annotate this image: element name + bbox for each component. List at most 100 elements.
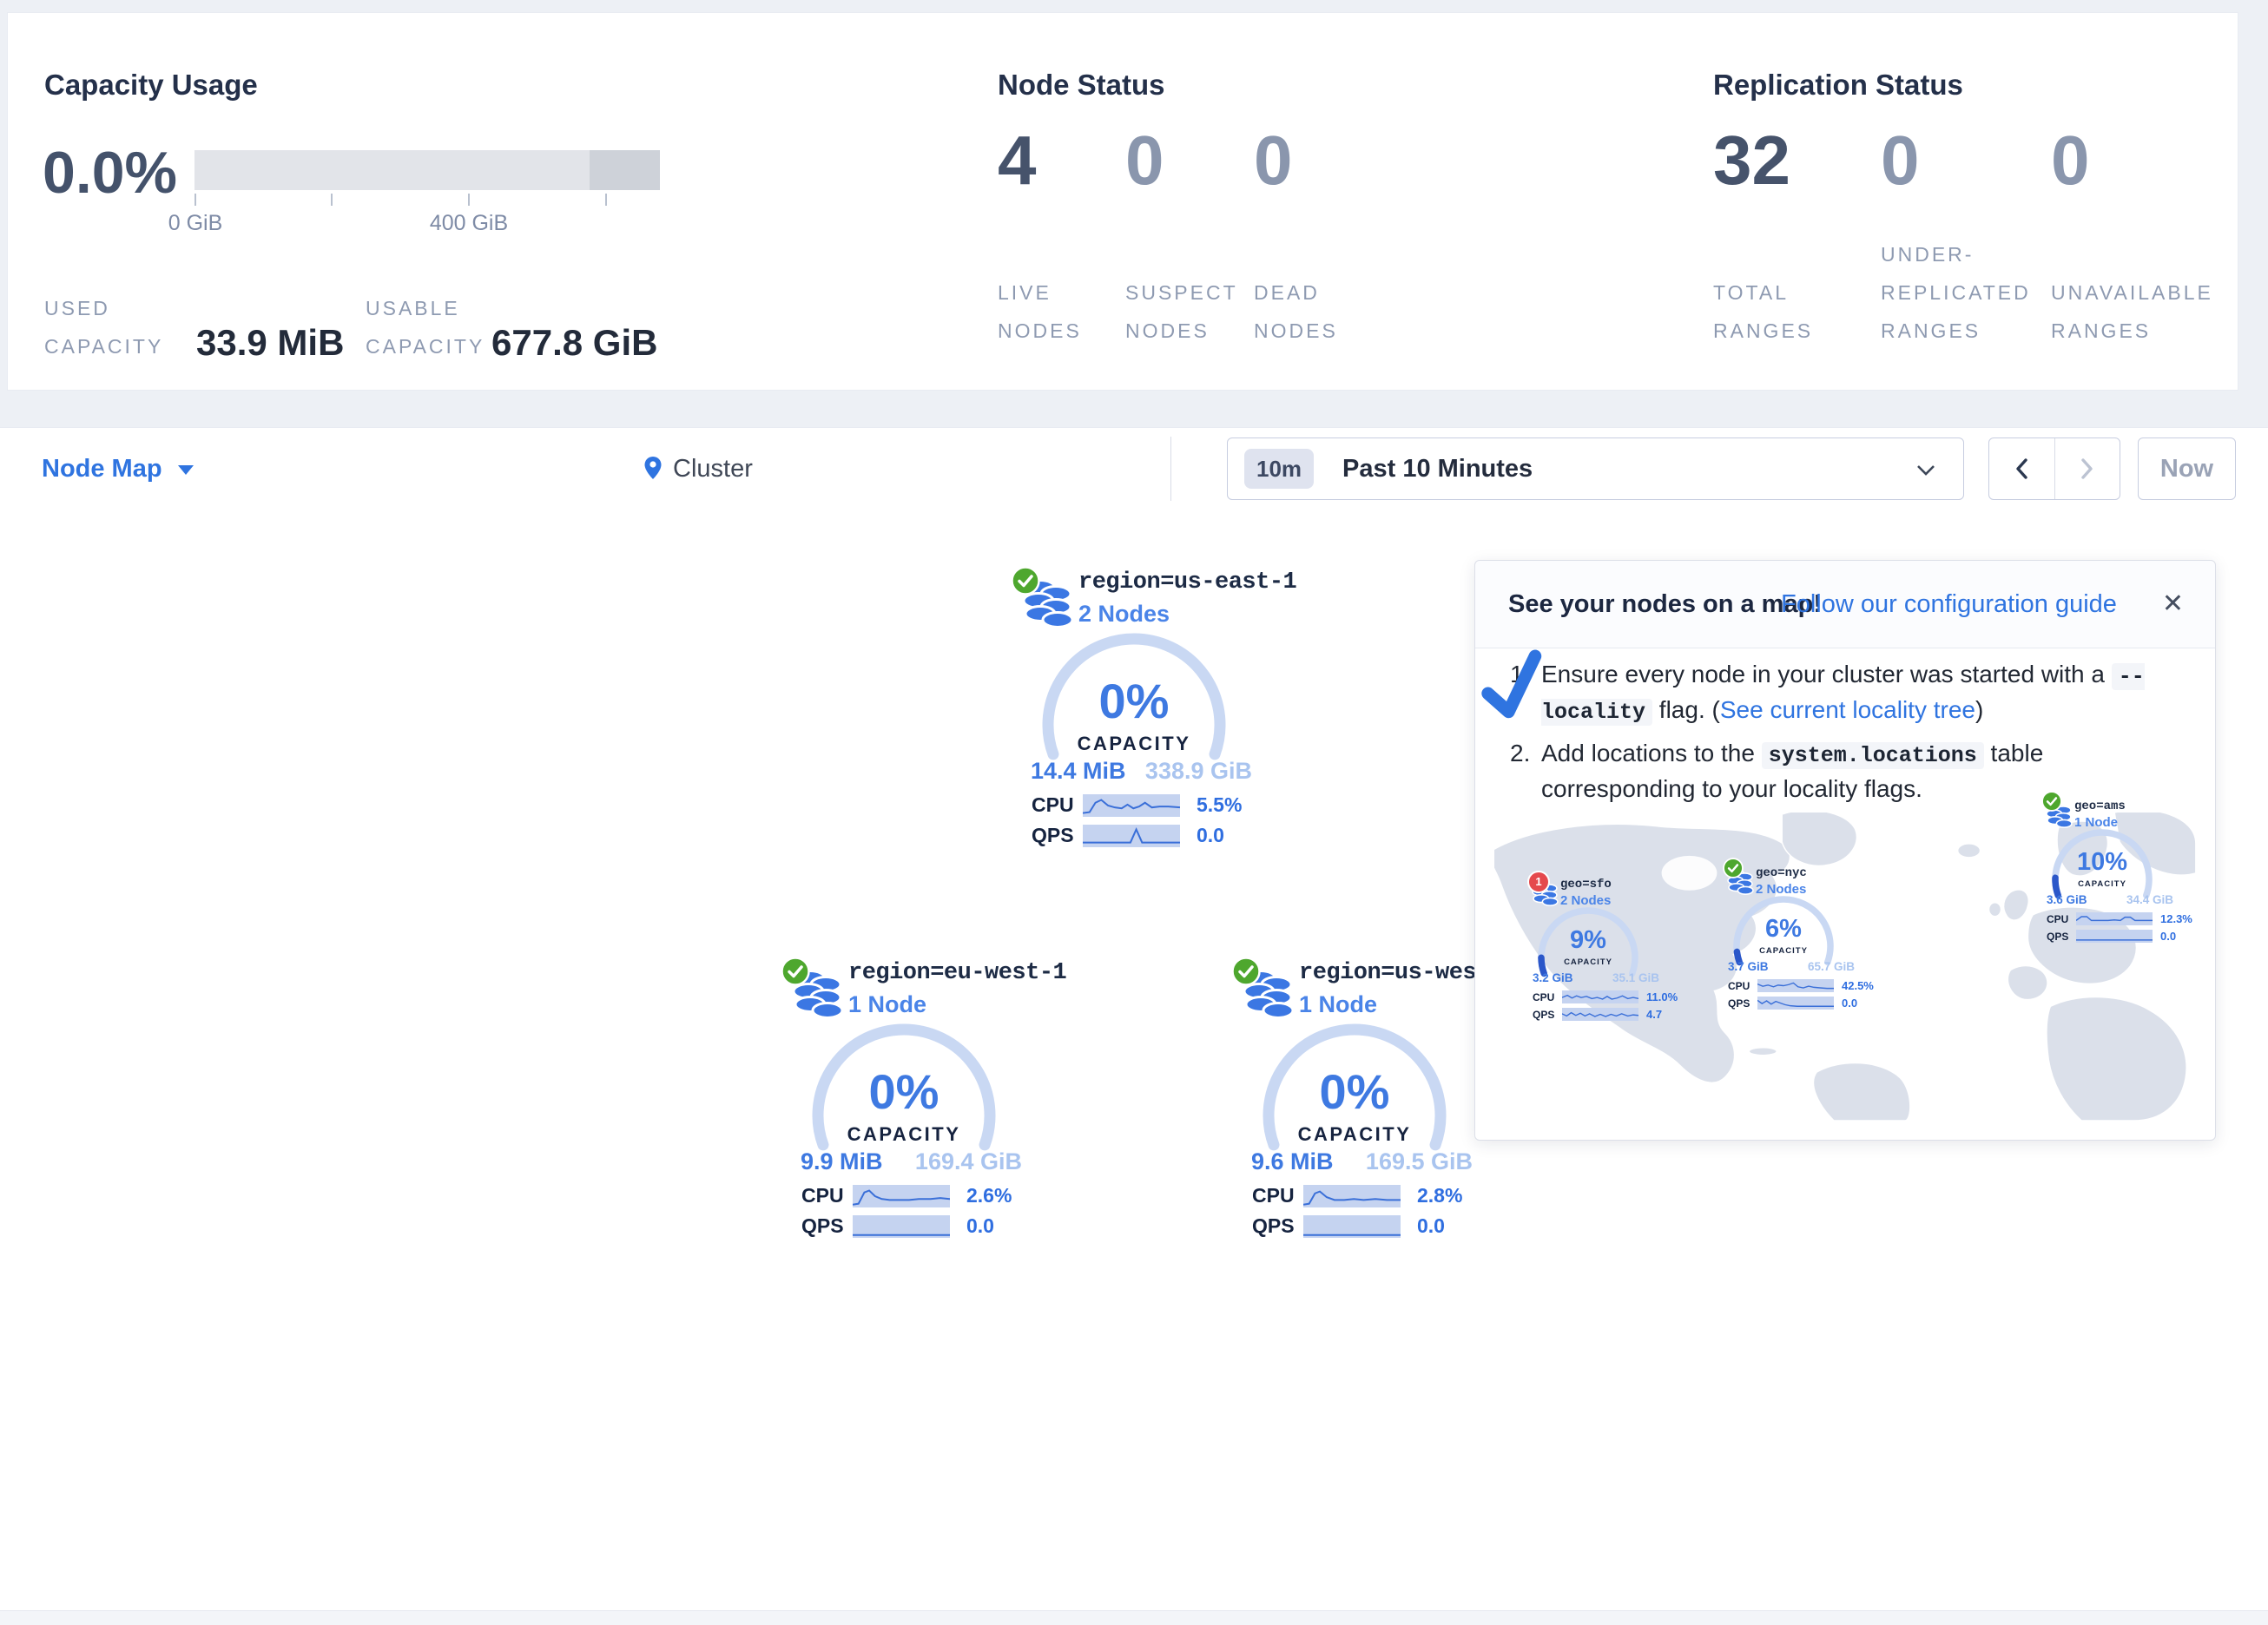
time-back-button[interactable] bbox=[1989, 438, 2055, 499]
qps-sparkline bbox=[1757, 997, 1834, 1010]
under-replicated-ranges-label: UNDER-REPLICATED RANGES bbox=[1881, 235, 2046, 350]
qps-sparkline bbox=[1303, 1215, 1401, 1238]
suspect-nodes-label: SUSPECT NODES bbox=[1125, 273, 1238, 350]
capacity-total-value: 34.4 GiB bbox=[2093, 893, 2173, 906]
capacity-bar-nonusable-segment bbox=[590, 150, 660, 190]
cpu-value: 2.8% bbox=[1417, 1184, 1462, 1207]
cpu-label: CPU bbox=[1032, 793, 1083, 817]
capacity-used-value: 3.7 GiB bbox=[1728, 960, 1769, 973]
cpu-row: CPU 12.3% bbox=[2041, 912, 2233, 925]
capacity-label: CAPACITY bbox=[817, 1123, 991, 1146]
step-1: 1.Ensure every node in your cluster was … bbox=[1510, 658, 2186, 729]
close-icon[interactable]: ✕ bbox=[2162, 561, 2184, 648]
check-badge-icon bbox=[1231, 957, 1261, 986]
time-range-selector[interactable]: 10m Past 10 Minutes bbox=[1227, 438, 1964, 500]
capacity-used-value: 9.9 MiB bbox=[801, 1148, 883, 1175]
capacity-percent: 6% bbox=[1740, 917, 1827, 942]
dead-nodes-label: DEAD NODES bbox=[1254, 273, 1367, 350]
capacity-percent: 0% bbox=[1047, 677, 1221, 726]
check-badge-icon bbox=[2041, 791, 2062, 812]
map-marker-geo-ams[interactable]: geo=ams 1 Node 10% CAPACITY 3.6 GiB 34.4… bbox=[2041, 784, 2228, 951]
replication-status-title: Replication Status bbox=[1713, 69, 1963, 102]
blue-checkmark-icon bbox=[1475, 646, 1550, 724]
footer-bar bbox=[0, 1610, 2268, 1625]
toolbar-divider bbox=[1170, 437, 1171, 501]
qps-row: QPS 0.0 bbox=[1252, 1214, 1513, 1238]
capacity-tick-label-0: 0 GiB bbox=[135, 211, 256, 236]
cpu-sparkline bbox=[1757, 979, 1834, 992]
capacity-tick bbox=[331, 194, 333, 206]
view-selector-label: Node Map bbox=[42, 455, 162, 483]
map-pin-icon bbox=[643, 456, 663, 480]
qps-value: 0.0 bbox=[1417, 1214, 1445, 1238]
time-range-badge: 10m bbox=[1244, 449, 1314, 489]
qps-value: 0.0 bbox=[1842, 997, 1857, 1010]
qps-label: QPS bbox=[1728, 997, 1757, 1010]
capacity-label: CAPACITY bbox=[1047, 733, 1221, 755]
locality-nodes-link[interactable]: 1 Node bbox=[2074, 815, 2118, 830]
cpu-label: CPU bbox=[1252, 1184, 1303, 1207]
system-locations-code: system.locations bbox=[1762, 742, 1984, 769]
stats-panel: Capacity Usage 0.0% 0 GiB 400 GiB USED C… bbox=[7, 12, 2238, 391]
capacity-percent: 0% bbox=[1268, 1068, 1441, 1116]
qps-sparkline bbox=[853, 1215, 950, 1238]
step-1-text: ) bbox=[1975, 696, 1983, 723]
capacity-used-value: 14.4 MiB bbox=[1031, 758, 1126, 785]
capacity-total-value: 338.9 GiB bbox=[1129, 758, 1252, 785]
region-card-eu-west-1[interactable]: region=eu-west-1 1 Node 0% CAPACITY 9.9 … bbox=[760, 953, 1072, 1248]
qps-value: 0.0 bbox=[2160, 930, 2176, 943]
capacity-tick bbox=[194, 194, 196, 206]
chevron-down-icon bbox=[1916, 464, 1935, 477]
cpu-sparkline bbox=[2076, 912, 2153, 925]
now-button[interactable]: Now bbox=[2138, 438, 2236, 500]
breadcrumb-label: Cluster bbox=[673, 428, 753, 510]
time-forward-button[interactable] bbox=[2055, 438, 2120, 499]
locality-nodes-link[interactable]: 2 Nodes bbox=[1756, 882, 1806, 897]
cpu-row: CPU 42.5% bbox=[1723, 979, 1915, 992]
region-card-us-east-1[interactable]: region=us-east-1 2 Nodes 0% CAPACITY 14.… bbox=[990, 562, 1302, 858]
configuration-guide-link[interactable]: Follow our configuration guide bbox=[1781, 561, 2117, 648]
qps-row: QPS 0.0 bbox=[1032, 824, 1292, 847]
capacity-total-value: 169.4 GiB bbox=[899, 1148, 1022, 1175]
map-marker-geo-nyc[interactable]: geo=nyc 2 Nodes 6% CAPACITY 3.7 GiB 65.7… bbox=[1723, 851, 1909, 1017]
capacity-label: CAPACITY bbox=[1268, 1123, 1441, 1146]
cpu-value: 11.0% bbox=[1646, 990, 1678, 1003]
capacity-tick-label-400: 400 GiB bbox=[408, 211, 530, 236]
cpu-value: 42.5% bbox=[1842, 979, 1874, 992]
chevron-right-icon bbox=[2080, 457, 2095, 480]
capacity-percent: 0% bbox=[817, 1068, 991, 1116]
qps-row: QPS 0.0 bbox=[801, 1214, 1062, 1238]
locality-name: geo=nyc bbox=[1756, 866, 1807, 880]
chevron-left-icon bbox=[2014, 457, 2029, 480]
locality-nodes-link[interactable]: 2 Nodes bbox=[1560, 893, 1611, 908]
region-nodes-link[interactable]: 2 Nodes bbox=[1078, 601, 1170, 628]
capacity-used-value: 3.2 GiB bbox=[1533, 971, 1573, 984]
step-1-text: flag. ( bbox=[1652, 696, 1720, 723]
qps-label: QPS bbox=[1032, 824, 1083, 847]
qps-sparkline bbox=[1562, 1008, 1638, 1021]
locality-tree-link[interactable]: See current locality tree bbox=[1720, 696, 1975, 723]
qps-value: 4.7 bbox=[1646, 1008, 1662, 1021]
map-marker-geo-sfo[interactable]: 1 geo=sfo 2 Nodes 9% CAPACITY 3.2 GiB 35… bbox=[1527, 862, 1714, 1029]
popup-title: See your nodes on a map! bbox=[1508, 561, 1822, 648]
capacity-label: CAPACITY bbox=[1545, 957, 1632, 967]
view-selector-dropdown[interactable]: Node Map bbox=[42, 428, 194, 510]
cpu-value: 5.5% bbox=[1197, 793, 1242, 817]
usable-capacity-value: 677.8 GiB bbox=[491, 322, 657, 364]
capacity-label: CAPACITY bbox=[2059, 879, 2146, 889]
qps-row: QPS 0.0 bbox=[2041, 930, 2233, 943]
qps-label: QPS bbox=[2047, 931, 2076, 943]
suspect-nodes-count: 0 bbox=[1125, 126, 1164, 195]
under-replicated-ranges-count: 0 bbox=[1881, 126, 1920, 195]
cpu-label: CPU bbox=[1533, 991, 1562, 1003]
region-nodes-link[interactable]: 1 Node bbox=[848, 991, 926, 1018]
cpu-row: CPU 2.8% bbox=[1252, 1184, 1513, 1207]
region-nodes-link[interactable]: 1 Node bbox=[1299, 991, 1377, 1018]
capacity-percent: 9% bbox=[1545, 928, 1632, 953]
live-nodes-count: 4 bbox=[998, 126, 1037, 195]
qps-value: 0.0 bbox=[1197, 824, 1224, 847]
qps-row: QPS 0.0 bbox=[1723, 997, 1915, 1010]
qps-label: QPS bbox=[801, 1214, 853, 1238]
cpu-label: CPU bbox=[2047, 913, 2076, 925]
region-name: region=eu-west-1 bbox=[848, 960, 1066, 986]
